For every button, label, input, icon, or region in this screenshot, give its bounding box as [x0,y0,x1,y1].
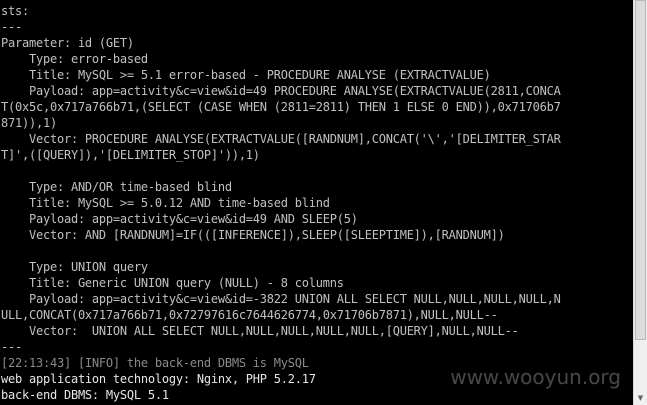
terminal-window[interactable]: sts: --- Parameter: id (GET) Type: error-b… [0,0,633,405]
terminal-line: Type: UNION query [1,260,148,274]
terminal-line: Vector: AND [RANDNUM]=IF(([INFERENCE]),S… [1,228,505,242]
vertical-scrollbar[interactable]: ▼ [633,0,647,405]
terminal-line: T(0x5c,0x717a766b71,(SELECT (CASE WHEN (… [1,100,561,114]
terminal-line: Vector: PROCEDURE ANALYSE(EXTRACTVALUE([… [1,132,561,146]
terminal-line: T]',([QUERY]),'[DELIMITER_STOP]')),1) [1,148,260,162]
terminal-line: back-end DBMS: MySQL 5.1 [1,388,169,402]
terminal-output: sts: --- Parameter: id (GET) Type: error-b… [1,3,561,403]
terminal-line: Type: error-based [1,52,148,66]
terminal-line: Parameter: id (GET) [1,36,134,50]
terminal-line: 871)),1) [1,116,57,130]
terminal-line: Payload: app=activity&c=view&id=49 AND S… [1,212,358,226]
terminal-line: Title: Generic UNION query (NULL) - 8 co… [1,276,344,290]
scroll-down-arrow-icon[interactable]: ▼ [635,392,646,404]
terminal-line: --- [1,340,22,354]
terminal-line: sts: [1,4,29,18]
watermark: www.wooyun.org [450,365,621,389]
terminal-line: Title: MySQL >= 5.0.12 AND time-based bl… [1,196,330,210]
terminal-line: Type: AND/OR time-based blind [1,180,232,194]
terminal-line: ULL,CONCAT(0x717a766b71,0x72797616c76446… [1,308,498,322]
terminal-line: Title: MySQL >= 5.1 error-based - PROCED… [1,68,491,82]
terminal-line: --- [1,20,22,34]
terminal-line: Payload: app=activity&c=view&id=49 PROCE… [1,84,561,98]
scrollbar-thumb[interactable] [635,0,646,340]
terminal-line: Vector: UNION ALL SELECT NULL,NULL,NULL,… [1,324,519,338]
terminal-line: Payload: app=activity&c=view&id=-3822 UN… [1,292,561,306]
